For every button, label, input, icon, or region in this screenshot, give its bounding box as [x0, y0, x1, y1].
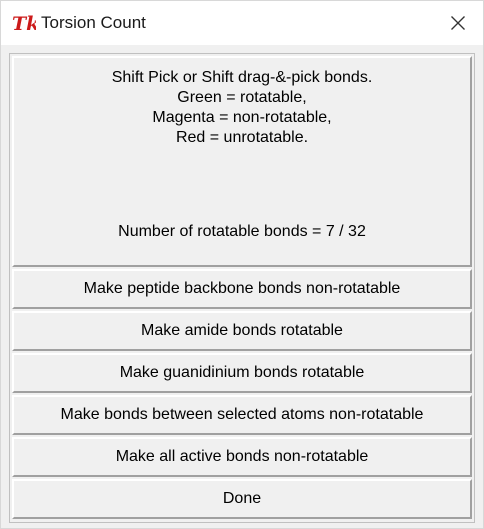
amide-rotatable-button[interactable]: Make amide bonds rotatable — [12, 311, 472, 351]
svg-text:Tk: Tk — [12, 13, 36, 34]
close-icon[interactable] — [443, 8, 473, 38]
instruction-line: Green = rotatable, — [177, 89, 307, 106]
all-active-non-rotatable-button[interactable]: Make all active bonds non-rotatable — [12, 437, 472, 477]
instruction-line: Magenta = non-rotatable, — [152, 109, 332, 126]
title-bar[interactable]: Tk Torsion Count — [1, 1, 483, 45]
window-title: Torsion Count — [41, 13, 146, 32]
peptide-backbone-non-rotatable-button[interactable]: Make peptide backbone bonds non-rotatabl… — [12, 269, 472, 309]
tk-feather-icon: Tk — [12, 12, 39, 35]
instructions: Shift Pick or Shift drag-&-pick bonds. G… — [14, 68, 470, 148]
selected-atoms-non-rotatable-button[interactable]: Make bonds between selected atoms non-ro… — [12, 395, 472, 435]
guanidinium-rotatable-button[interactable]: Make guanidinium bonds rotatable — [12, 353, 472, 393]
instruction-line: Shift Pick or Shift drag-&-pick bonds. — [111, 69, 373, 86]
done-button[interactable]: Done — [12, 479, 472, 519]
rotatable-bond-count: Number of rotatable bonds = 7 / 32 — [118, 223, 366, 240]
dialog-content: Shift Pick or Shift drag-&-pick bonds. G… — [9, 53, 475, 523]
message-panel: Shift Pick or Shift drag-&-pick bonds. G… — [12, 56, 472, 267]
torsion-count-window: Tk Torsion Count Shift Pick or Shift dra… — [0, 0, 484, 529]
instruction-line: Red = unrotatable. — [175, 129, 309, 146]
